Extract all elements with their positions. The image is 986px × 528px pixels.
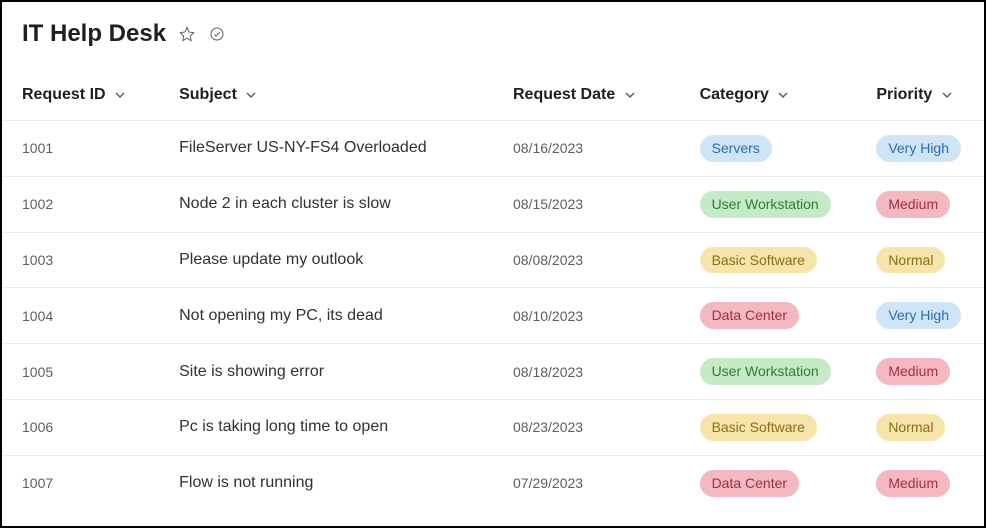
chevron-down-icon [777,89,789,101]
cell-subject: Not opening my PC, its dead [159,288,493,344]
cell-priority: Normal [856,232,984,288]
priority-badge: Normal [876,247,945,274]
cell-date: 08/15/2023 [493,176,680,232]
cell-request-id: 1007 [2,455,159,510]
cell-priority: Medium [856,176,984,232]
cell-category: Data Center [680,455,857,510]
table-row[interactable]: 1001FileServer US-NY-FS4 Overloaded08/16… [2,121,984,177]
cell-date: 08/10/2023 [493,288,680,344]
cell-category: User Workstation [680,176,857,232]
category-badge: User Workstation [700,358,831,385]
cell-priority: Medium [856,344,984,400]
cell-subject: Please update my outlook [159,232,493,288]
page-title: IT Help Desk [22,20,166,48]
cell-priority: Very High [856,121,984,177]
cell-request-id: 1002 [2,176,159,232]
chevron-down-icon [624,89,636,101]
priority-badge: Very High [876,135,961,162]
category-badge: User Workstation [700,191,831,218]
cell-subject: Flow is not running [159,455,493,510]
column-label: Priority [876,86,932,103]
category-badge: Basic Software [700,247,817,274]
table-row[interactable]: 1007Flow is not running07/29/2023 Data Ce… [2,455,984,510]
cell-category: Servers [680,121,857,177]
cell-category: Basic Software [680,399,857,455]
table-row[interactable]: 1005Site is showing error08/18/2023 User … [2,344,984,400]
star-icon[interactable] [178,25,196,43]
table-body: 1001FileServer US-NY-FS4 Overloaded08/16… [2,121,984,511]
table-header-row: Request ID Subject Request Date Category… [2,76,984,121]
column-label: Category [700,86,769,103]
priority-badge: Normal [876,414,945,441]
cell-request-id: 1004 [2,288,159,344]
cell-category: Data Center [680,288,857,344]
category-badge: Data Center [700,302,799,329]
cell-request-id: 1003 [2,232,159,288]
column-label: Subject [179,86,237,103]
column-label: Request Date [513,86,615,103]
cell-priority: Medium [856,455,984,510]
cell-date: 08/23/2023 [493,399,680,455]
table-row[interactable]: 1003Please update my outlook08/08/2023 Ba… [2,232,984,288]
cell-request-id: 1001 [2,121,159,177]
priority-badge: Very High [876,302,961,329]
column-header-request-id[interactable]: Request ID [2,76,159,121]
cell-subject: Pc is taking long time to open [159,399,493,455]
cell-request-id: 1006 [2,399,159,455]
cell-date: 08/08/2023 [493,232,680,288]
check-circle-icon[interactable] [208,25,226,43]
cell-priority: Very High [856,288,984,344]
table-row[interactable]: 1002Node 2 in each cluster is slow08/15/… [2,176,984,232]
cell-subject: Site is showing error [159,344,493,400]
cell-priority: Normal [856,399,984,455]
chevron-down-icon [114,89,126,101]
cell-subject: Node 2 in each cluster is slow [159,176,493,232]
cell-date: 08/16/2023 [493,121,680,177]
priority-badge: Medium [876,470,950,497]
column-header-priority[interactable]: Priority [856,76,984,121]
column-label: Request ID [22,86,106,103]
requests-table: Request ID Subject Request Date Category… [2,76,984,511]
table-row[interactable]: 1004Not opening my PC, its dead08/10/202… [2,288,984,344]
cell-date: 07/29/2023 [493,455,680,510]
category-badge: Data Center [700,470,799,497]
category-badge: Servers [700,135,772,162]
priority-badge: Medium [876,191,950,218]
cell-request-id: 1005 [2,344,159,400]
table-row[interactable]: 1006Pc is taking long time to open08/23/… [2,399,984,455]
cell-category: Basic Software [680,232,857,288]
chevron-down-icon [941,89,953,101]
page-header: IT Help Desk [2,20,984,76]
column-header-category[interactable]: Category [680,76,857,121]
column-header-subject[interactable]: Subject [159,76,493,121]
cell-category: User Workstation [680,344,857,400]
category-badge: Basic Software [700,414,817,441]
cell-subject: FileServer US-NY-FS4 Overloaded [159,121,493,177]
chevron-down-icon [245,89,257,101]
cell-date: 08/18/2023 [493,344,680,400]
column-header-request-date[interactable]: Request Date [493,76,680,121]
priority-badge: Medium [876,358,950,385]
